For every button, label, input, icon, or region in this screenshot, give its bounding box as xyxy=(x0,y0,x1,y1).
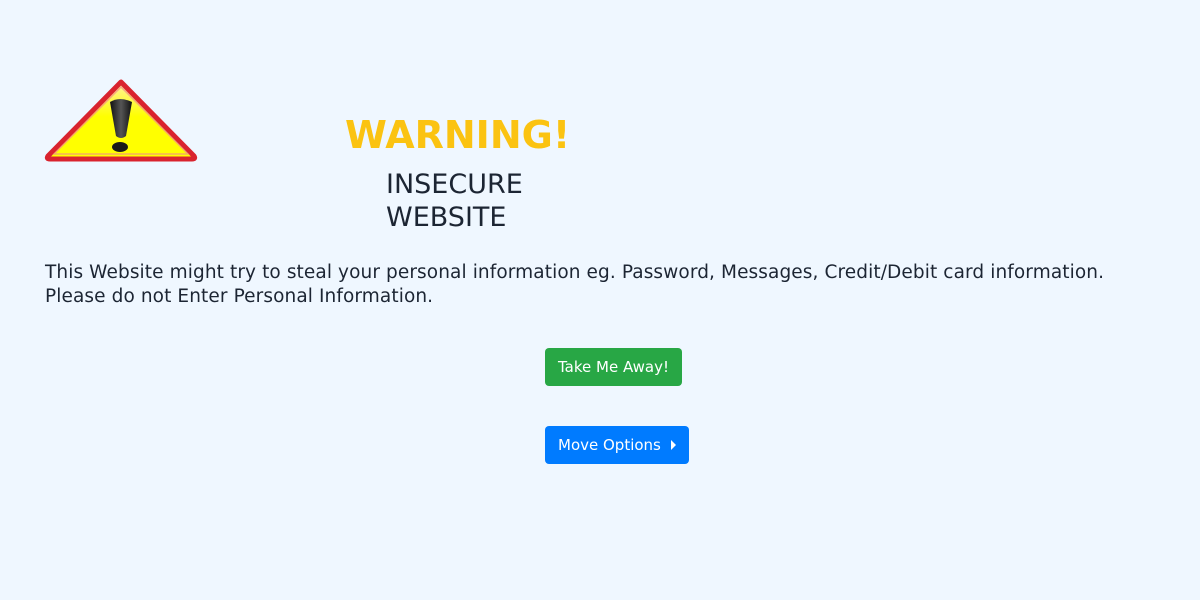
warning-triangle-icon xyxy=(44,78,198,164)
warning-subtitle: INSECURE WEBSITE xyxy=(386,169,523,233)
move-options-button[interactable]: Move Options xyxy=(545,426,689,464)
move-options-label: Move Options xyxy=(558,436,661,454)
warning-title: WARNING! xyxy=(345,113,571,157)
caret-right-icon xyxy=(670,440,676,450)
take-me-away-label: Take Me Away! xyxy=(558,358,669,376)
warning-message: This Website might try to steal your per… xyxy=(45,262,1105,307)
take-me-away-button[interactable]: Take Me Away! xyxy=(545,348,682,386)
